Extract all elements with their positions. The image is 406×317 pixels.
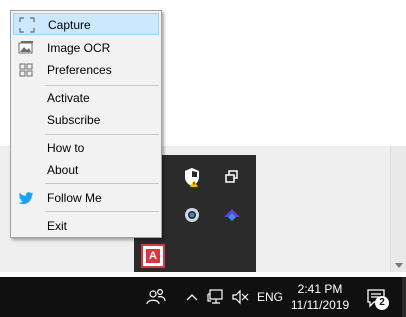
twitter-icon [18,190,34,206]
chevron-up-icon[interactable] [184,287,200,307]
menu-item-subscribe[interactable]: Subscribe [13,109,159,131]
capture-icon [19,17,35,33]
menu-separator [45,134,159,135]
volume-muted-icon[interactable] [230,287,250,307]
app-a-icon[interactable]: A [141,244,165,268]
menu-item-label: Image OCR [47,41,111,55]
menu-item-exit[interactable]: Exit [13,215,159,237]
menu-item-label: Activate [47,91,90,105]
multi-window-icon[interactable] [220,165,244,189]
action-center-button[interactable]: 2 [362,285,390,311]
arrow-up-icon[interactable] [220,203,244,227]
clock-time: 2:41 PM [297,282,343,296]
context-menu: Capture Image OCR Preferences Activate S… [10,10,162,238]
menu-item-follow-me[interactable]: Follow Me [13,187,159,209]
menu-item-preferences[interactable]: Preferences [13,59,159,81]
background-scrollbar[interactable] [390,146,406,272]
menu-item-label: How to [47,141,85,155]
show-desktop-button[interactable] [402,277,406,317]
security-shield-icon[interactable] [180,165,204,189]
language-indicator[interactable]: ENG [256,287,284,307]
menu-item-label: Exit [47,219,68,233]
menu-item-about[interactable]: About [13,159,159,181]
menu-item-label: Preferences [47,63,112,77]
menu-item-label: About [47,163,79,177]
menu-item-image-ocr[interactable]: Image OCR [13,37,159,59]
menu-item-activate[interactable]: Activate [13,87,159,109]
scroll-down-icon[interactable] [395,263,403,268]
menu-separator [45,183,159,184]
menu-item-label: Follow Me [47,191,102,205]
menu-item-capture[interactable]: Capture [13,13,159,35]
taskbar: ENG 2:41 PM 11/11/2019 2 [0,277,406,317]
menu-separator [45,85,159,86]
grid-icon [18,62,34,78]
menu-separator [45,211,159,212]
clock[interactable]: 2:41 PM 11/11/2019 [288,279,352,315]
menu-item-label: Subscribe [47,113,101,127]
menu-item-how-to[interactable]: How to [13,137,159,159]
clock-date: 11/11/2019 [290,298,350,312]
notification-count-badge: 2 [375,296,389,310]
network-icon[interactable] [206,287,226,307]
app-a-letter: A [146,249,160,263]
ring-icon[interactable] [180,203,204,227]
image-icon [18,40,34,56]
menu-item-label: Capture [48,18,91,32]
people-icon[interactable] [144,285,168,309]
